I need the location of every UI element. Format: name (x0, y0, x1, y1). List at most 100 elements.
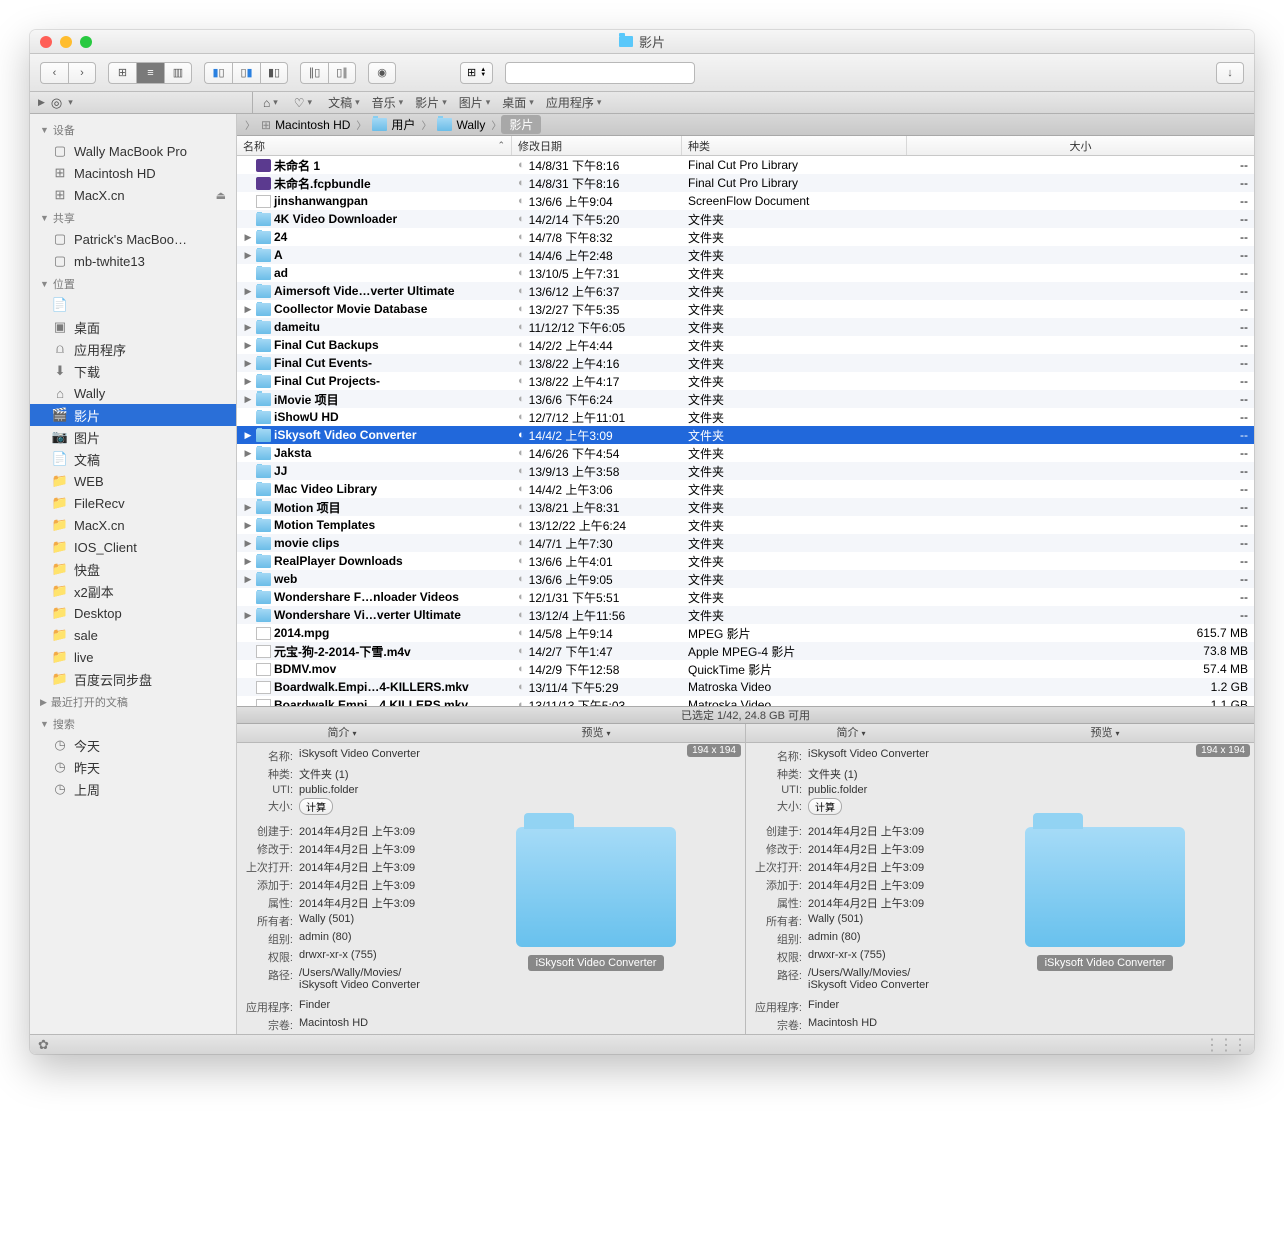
titlebar[interactable]: 影片 (30, 30, 1254, 54)
sidebar-item[interactable]: 📁快盘 (30, 558, 236, 580)
breadcrumb[interactable]: Wally (431, 118, 491, 132)
sidebar-group-header[interactable]: ▼共享 (30, 206, 236, 228)
table-row[interactable]: ▶Aimersoft Vide…verter Ultimate ◐13/6/12… (237, 282, 1254, 300)
table-row[interactable]: ▶RealPlayer Downloads ◐13/6/6 上午4:01 文件夹… (237, 552, 1254, 570)
sidebar-group-header[interactable]: ▼位置 (30, 272, 236, 294)
preview-header[interactable]: 预览 ▾ (956, 724, 1254, 743)
download-button[interactable]: ↓ (1216, 62, 1244, 84)
sidebar-group-header[interactable]: ▼搜索 (30, 712, 236, 734)
table-row[interactable]: ▶Motion Templates ◐13/12/22 上午6:24 文件夹 -… (237, 516, 1254, 534)
list-view-button[interactable]: ≡ (136, 62, 164, 84)
table-row[interactable]: ▶Final Cut Backups ◐14/2/2 上午4:44 文件夹 -- (237, 336, 1254, 354)
quicklook-button[interactable]: ◉ (368, 62, 396, 84)
table-row[interactable]: ▶Final Cut Projects- ◐13/8/22 上午4:17 文件夹… (237, 372, 1254, 390)
sidebar-item[interactable]: ⩍应用程序 (30, 338, 236, 360)
table-row[interactable]: Wondershare F…nloader Videos ◐12/1/31 下午… (237, 588, 1254, 606)
sidebar-item[interactable]: 📁百度云同步盘 (30, 668, 236, 690)
sidebar-group-header[interactable]: ▶最近打开的文稿 (30, 690, 236, 712)
table-row[interactable]: ▶Motion 项目 ◐13/8/21 上午8:31 文件夹 -- (237, 498, 1254, 516)
sidebar-item[interactable]: 📁MacX.cn (30, 514, 236, 536)
panel-1[interactable]: ▮▯ (204, 62, 232, 84)
table-row[interactable]: ▶web ◐13/6/6 上午9:05 文件夹 -- (237, 570, 1254, 588)
sidebar-item[interactable]: ▢mb-twhite13 (30, 250, 236, 272)
sidebar-item[interactable]: ▢Patrick's MacBoo… (30, 228, 236, 250)
table-row[interactable]: jinshanwangpan ◐13/6/6 上午9:04 ScreenFlow… (237, 192, 1254, 210)
preview-header[interactable]: 预览 ▾ (447, 724, 745, 743)
col-kind[interactable]: 种类 (682, 136, 907, 155)
table-row[interactable]: ▶iMovie 项目 ◐13/6/6 下午6:24 文件夹 -- (237, 390, 1254, 408)
sidebar-item[interactable]: 📁sale (30, 624, 236, 646)
col-size[interactable]: 大小 (907, 136, 1254, 155)
sidebar-item[interactable]: 📷图片 (30, 426, 236, 448)
table-row[interactable]: ▶A ◐14/4/6 上午2:48 文件夹 -- (237, 246, 1254, 264)
sidebar-item[interactable]: ⊞MacX.cn⏏ (30, 184, 236, 206)
panel-2[interactable]: ▯▮ (232, 62, 260, 84)
table-row[interactable]: ▶dameitu ◐11/12/12 下午6:05 文件夹 -- (237, 318, 1254, 336)
table-row[interactable]: 元宝-狗-2-2014-下雪.m4v ◐14/2/7 下午1:47 Apple … (237, 642, 1254, 660)
arrange-dropdown[interactable]: ⊞▲▼ (460, 62, 493, 84)
fav-item[interactable]: 图片▾ (453, 94, 497, 111)
col-date[interactable]: 修改日期 (512, 136, 682, 155)
sidebar-item[interactable]: ⊞Macintosh HD (30, 162, 236, 184)
table-row[interactable]: ▶Wondershare Vi…verter Ultimate ◐13/12/4… (237, 606, 1254, 624)
fav-item[interactable]: 桌面▾ (496, 94, 540, 111)
info-header[interactable]: 简介 ▾ (237, 724, 447, 743)
sidebar-item[interactable]: 📁live (30, 646, 236, 668)
gear-icon[interactable]: ✿ (38, 1037, 49, 1053)
sidebar-item[interactable]: 📁WEB (30, 470, 236, 492)
calc-button[interactable]: 计算 (808, 798, 842, 815)
sidebar-item[interactable]: ▢Wally MacBook Pro (30, 140, 236, 162)
sidebar-item[interactable]: 📁FileRecv (30, 492, 236, 514)
search-input[interactable] (505, 62, 695, 84)
info-header[interactable]: 简介 ▾ (746, 724, 956, 743)
minimize-button[interactable] (60, 36, 72, 48)
breadcrumb[interactable]: 影片 (501, 115, 541, 134)
panel-segment-2[interactable]: ∥▯ ▯∥ (300, 62, 356, 84)
file-list[interactable]: 未命名 1 ◐14/8/31 下午8:16 Final Cut Pro Libr… (237, 156, 1254, 706)
table-row[interactable]: ▶24 ◐14/7/8 下午8:32 文件夹 -- (237, 228, 1254, 246)
col-name[interactable]: 名称⌃ (237, 136, 512, 155)
sidebar-item[interactable]: 📄 (30, 294, 236, 316)
sidebar-item[interactable]: 📁Desktop (30, 602, 236, 624)
fav-item[interactable]: 音乐▾ (366, 94, 410, 111)
table-row[interactable]: Mac Video Library ◐14/4/2 上午3:06 文件夹 -- (237, 480, 1254, 498)
sidebar-group-header[interactable]: ▼设备 (30, 118, 236, 140)
table-row[interactable]: 未命名.fcpbundle ◐14/8/31 下午8:16 Final Cut … (237, 174, 1254, 192)
panel-5[interactable]: ▯∥ (328, 62, 356, 84)
fav-menu[interactable]: ♡▾ (288, 96, 318, 110)
table-row[interactable]: ▶iSkysoft Video Converter ◐14/4/2 上午3:09… (237, 426, 1254, 444)
sidebar-item[interactable]: ▣桌面 (30, 316, 236, 338)
breadcrumb[interactable]: 用户 (366, 116, 421, 133)
table-row[interactable]: BDMV.mov ◐14/2/9 下午12:58 QuickTime 影片 57… (237, 660, 1254, 678)
table-row[interactable]: 未命名 1 ◐14/8/31 下午8:16 Final Cut Pro Libr… (237, 156, 1254, 174)
table-row[interactable]: 2014.mpg ◐14/5/8 上午9:14 MPEG 影片 615.7 MB (237, 624, 1254, 642)
view-mode-segment[interactable]: ⊞ ≡ ▥ (108, 62, 192, 84)
table-row[interactable]: ▶Jaksta ◐14/6/26 下午4:54 文件夹 -- (237, 444, 1254, 462)
icon-view-button[interactable]: ⊞ (108, 62, 136, 84)
close-button[interactable] (40, 36, 52, 48)
resize-grip[interactable]: ⋮⋮⋮ (1204, 1035, 1246, 1055)
sidebar-item[interactable]: 📁IOS_Client (30, 536, 236, 558)
table-row[interactable]: JJ ◐13/9/13 上午3:58 文件夹 -- (237, 462, 1254, 480)
calc-button[interactable]: 计算 (299, 798, 333, 815)
sidebar-item[interactable]: ⬇下载 (30, 360, 236, 382)
table-row[interactable]: ▶Coollector Movie Database ◐13/2/27 下午5:… (237, 300, 1254, 318)
column-view-button[interactable]: ▥ (164, 62, 192, 84)
list-header[interactable]: 名称⌃ 修改日期 种类 大小 (237, 136, 1254, 156)
sidebar-item[interactable]: 📁x2副本 (30, 580, 236, 602)
forward-button[interactable]: › (68, 62, 96, 84)
table-row[interactable]: 4K Video Downloader ◐14/2/14 下午5:20 文件夹 … (237, 210, 1254, 228)
table-row[interactable]: ▶movie clips ◐14/7/1 上午7:30 文件夹 -- (237, 534, 1254, 552)
fav-item[interactable]: 影片▾ (409, 94, 453, 111)
sidebar-item[interactable]: ◷今天 (30, 734, 236, 756)
table-row[interactable]: Boardwalk.Empi…4-KILLERS.mkv ◐13/11/4 下午… (237, 678, 1254, 696)
zoom-button[interactable] (80, 36, 92, 48)
sidebar-item[interactable]: 🎬影片 (30, 404, 236, 426)
sidebar-item[interactable]: ⌂Wally (30, 382, 236, 404)
table-row[interactable]: Boardwalk.Empi…4.KILLERS.mkv ◐13/11/13 下… (237, 696, 1254, 706)
chevron-right-icon[interactable]: ▶ (38, 97, 45, 108)
fav-item[interactable]: 文稿▾ (322, 94, 366, 111)
path-bar[interactable]: 〉⊞Macintosh HD〉用户〉Wally〉影片 (237, 114, 1254, 136)
target-icon[interactable]: ◎ (51, 95, 62, 111)
panel-4[interactable]: ∥▯ (300, 62, 328, 84)
